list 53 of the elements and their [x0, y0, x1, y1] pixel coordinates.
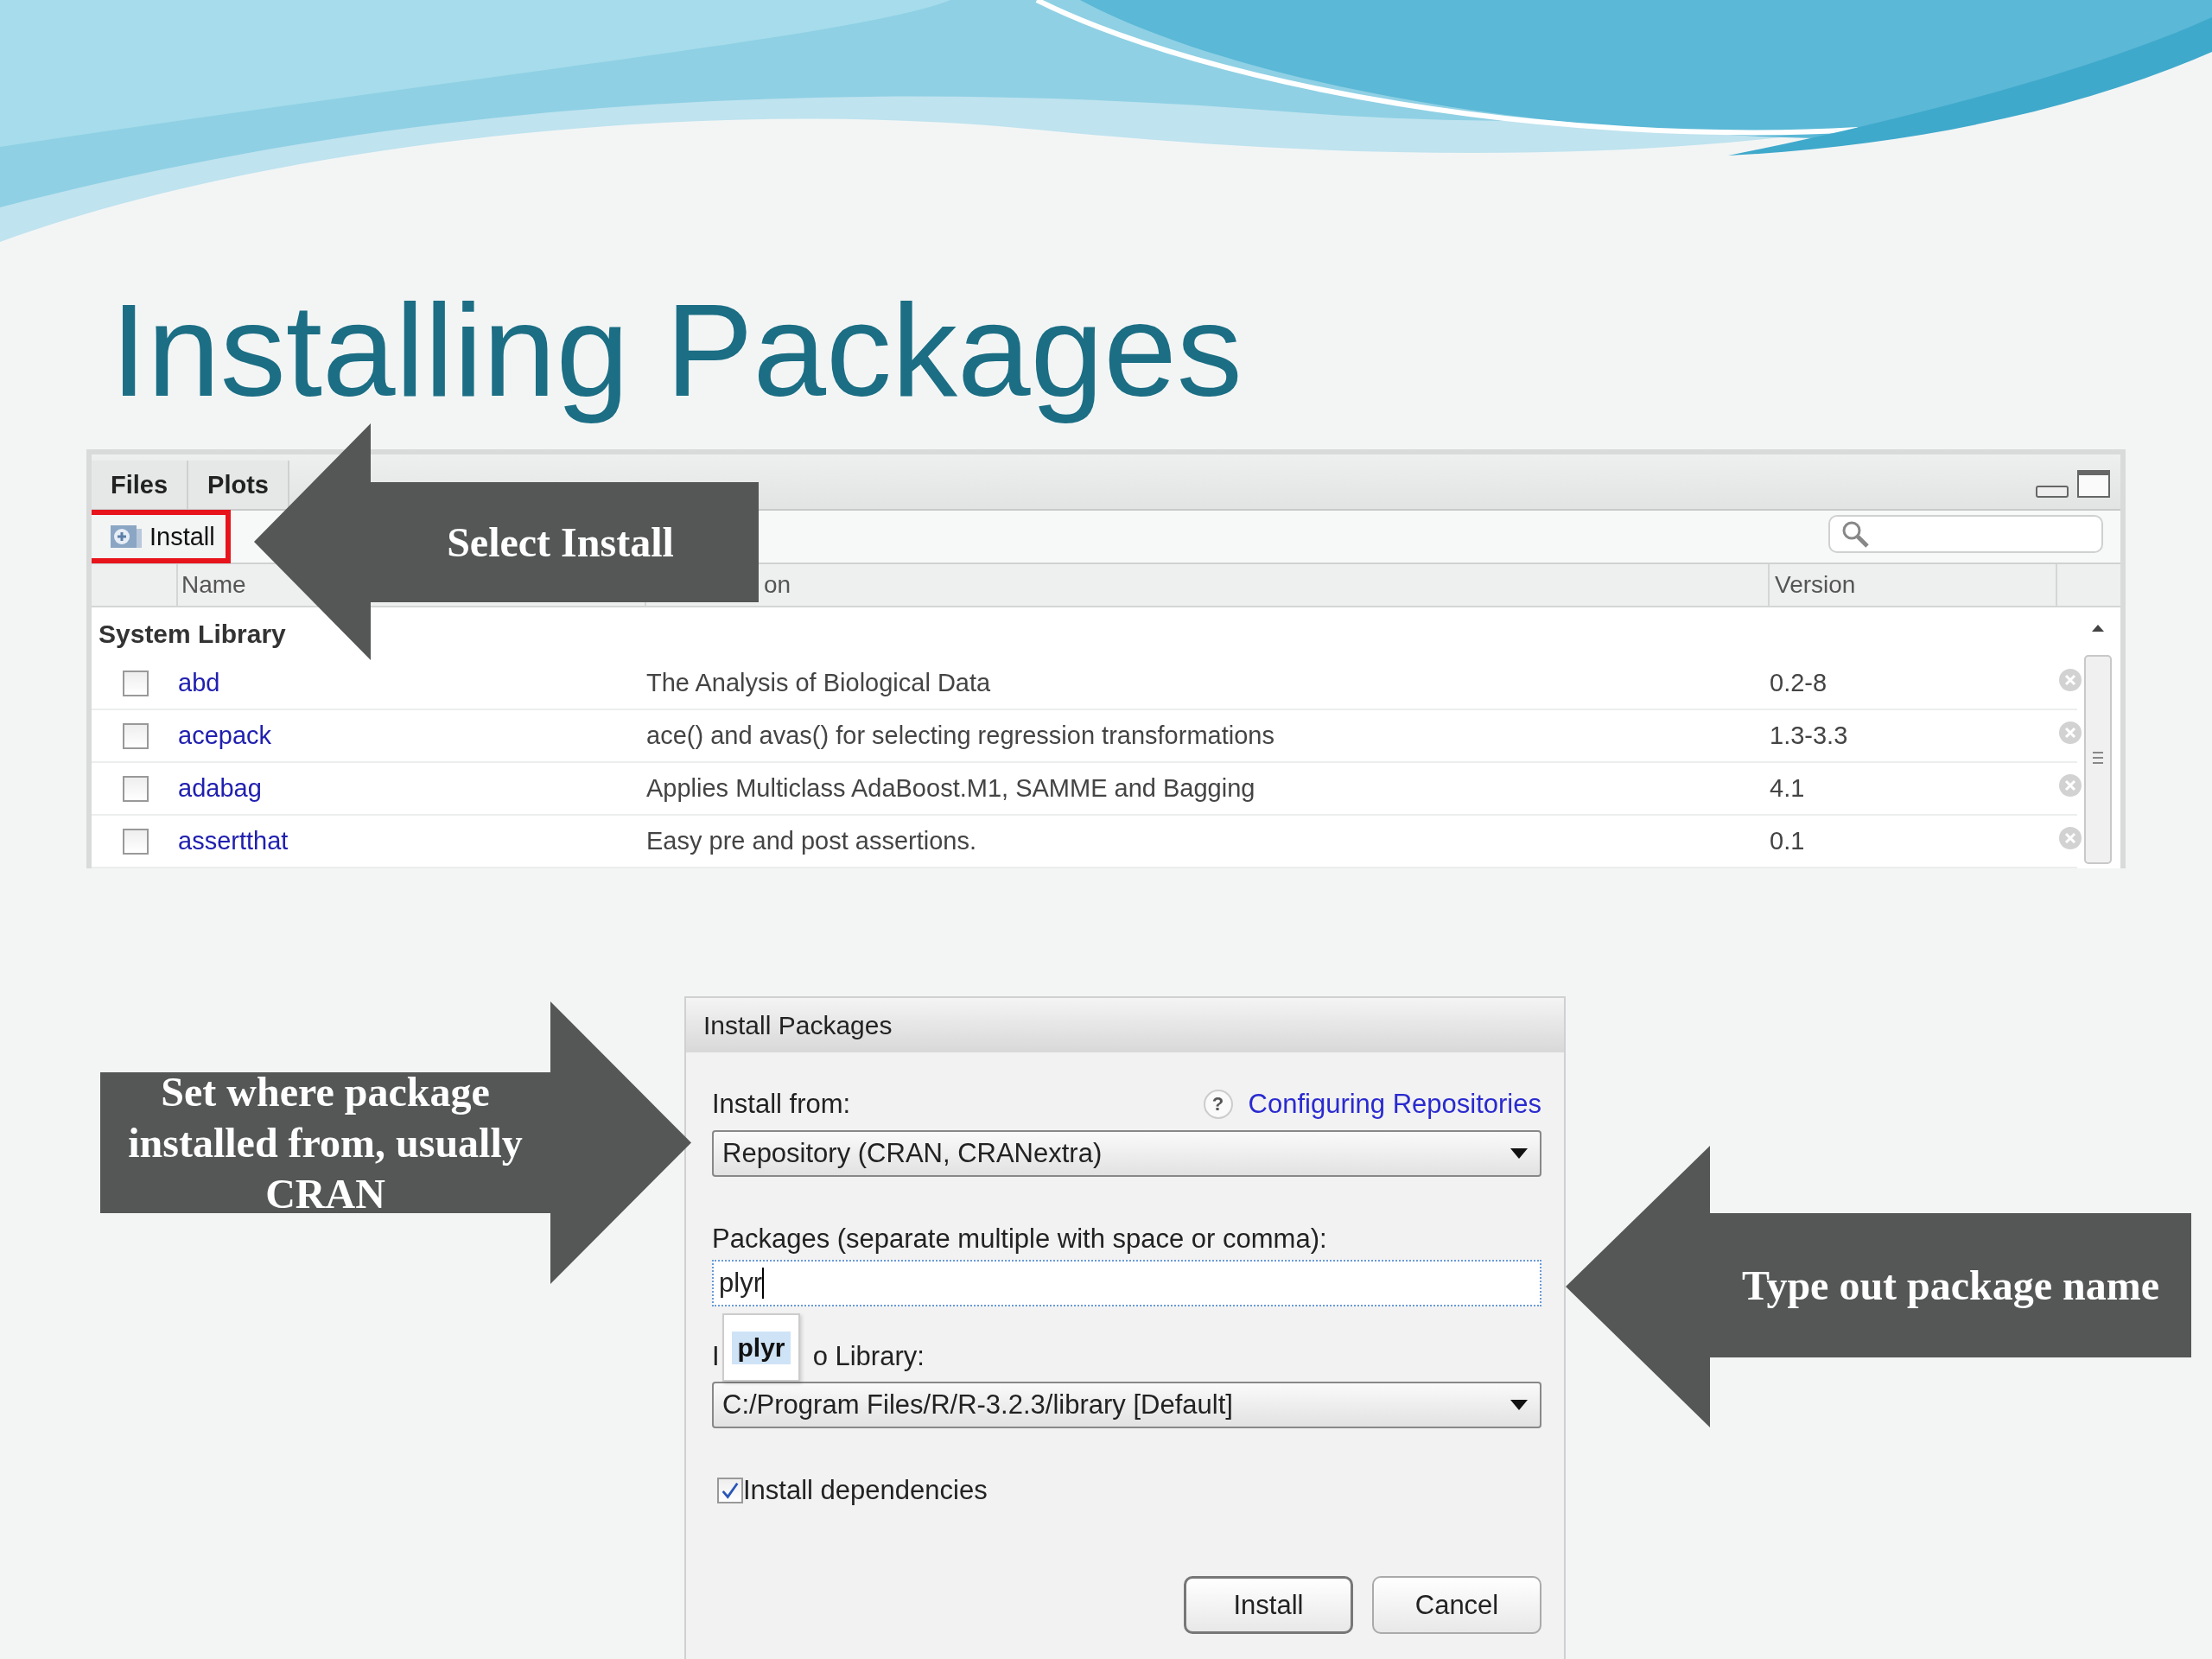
package-description: The Analysis of Biological Data [646, 669, 991, 696]
package-link[interactable]: acepack [178, 721, 271, 749]
dropdown-caret-icon [1510, 1400, 1528, 1410]
package-description: ace() and avas() for selecting regression transformations [646, 721, 1274, 749]
install-button[interactable]: Install [92, 510, 231, 564]
dialog-button[interactable]: Install [1184, 1576, 1353, 1634]
package-description: Applies Multiclass AdaBoost.M1, SAMME and Bagging [646, 774, 1255, 802]
field-label: o Library: [812, 1341, 925, 1372]
package-description: Easy pre and post assertions. [646, 827, 977, 855]
group-heading: System Library [99, 620, 286, 648]
dropdown-caret-icon [1510, 1148, 1528, 1159]
package-link[interactable]: adabag [178, 774, 262, 802]
column-header[interactable]: Version [1775, 571, 1856, 600]
remove-icon[interactable] [2057, 720, 2083, 746]
field-label: Packages (separate multiple with space or comma): [712, 1224, 1327, 1255]
row-checkbox[interactable] [123, 670, 149, 696]
column-header[interactable]: Name [181, 571, 246, 600]
package-version: 0.1 [1770, 827, 1805, 855]
row-checkbox[interactable] [123, 775, 149, 802]
package-link[interactable]: abd [178, 669, 220, 696]
minimize-icon[interactable] [2036, 486, 2069, 498]
callout-text: Type out package name [1741, 1262, 2160, 1310]
packages-input[interactable]: plyr [712, 1260, 1541, 1306]
callout-text: Set where package installed from, usually CRAN [127, 1068, 524, 1218]
column-header[interactable]: on [764, 571, 791, 600]
row-checkbox[interactable] [123, 828, 149, 855]
dependencies-checkbox[interactable] [717, 1478, 743, 1503]
pane-tab[interactable]: Files [92, 461, 189, 510]
package-version: 4.1 [1770, 774, 1805, 802]
help-icon[interactable]: ? [1203, 1090, 1233, 1119]
checkbox-label: Install dependencies [743, 1475, 988, 1506]
package-version: 1.3-3.3 [1770, 721, 1848, 749]
remove-icon[interactable] [2057, 772, 2083, 798]
dialog-button[interactable]: Cancel [1372, 1576, 1541, 1634]
package-plus-icon [110, 524, 143, 550]
pane-tab[interactable]: Plots [188, 461, 289, 510]
remove-icon[interactable] [2057, 825, 2083, 851]
search-icon [1840, 519, 1870, 550]
remove-icon[interactable] [2057, 667, 2083, 693]
search-field[interactable] [1828, 515, 2103, 554]
callout-text: Select Install [447, 518, 674, 567]
help-link[interactable]: Configuring Repositories [1248, 1089, 1541, 1120]
source-dropdown[interactable]: Repository (CRAN, CRANextra) [712, 1130, 1541, 1177]
slide-title: Installing Packages [111, 276, 1243, 425]
field-label: Install from: [712, 1089, 851, 1120]
row-checkbox[interactable] [123, 722, 149, 749]
library-dropdown[interactable]: C:/Program Files/R/R-3.2.3/library [Default] [712, 1382, 1541, 1428]
maximize-icon[interactable] [2077, 470, 2110, 498]
suggestion-item[interactable]: plyr [732, 1331, 791, 1364]
package-link[interactable]: assertthat [178, 827, 289, 855]
dialog-title: Install Packages [703, 1010, 893, 1040]
package-version: 0.2-8 [1770, 669, 1827, 696]
field-label: I [712, 1341, 720, 1372]
